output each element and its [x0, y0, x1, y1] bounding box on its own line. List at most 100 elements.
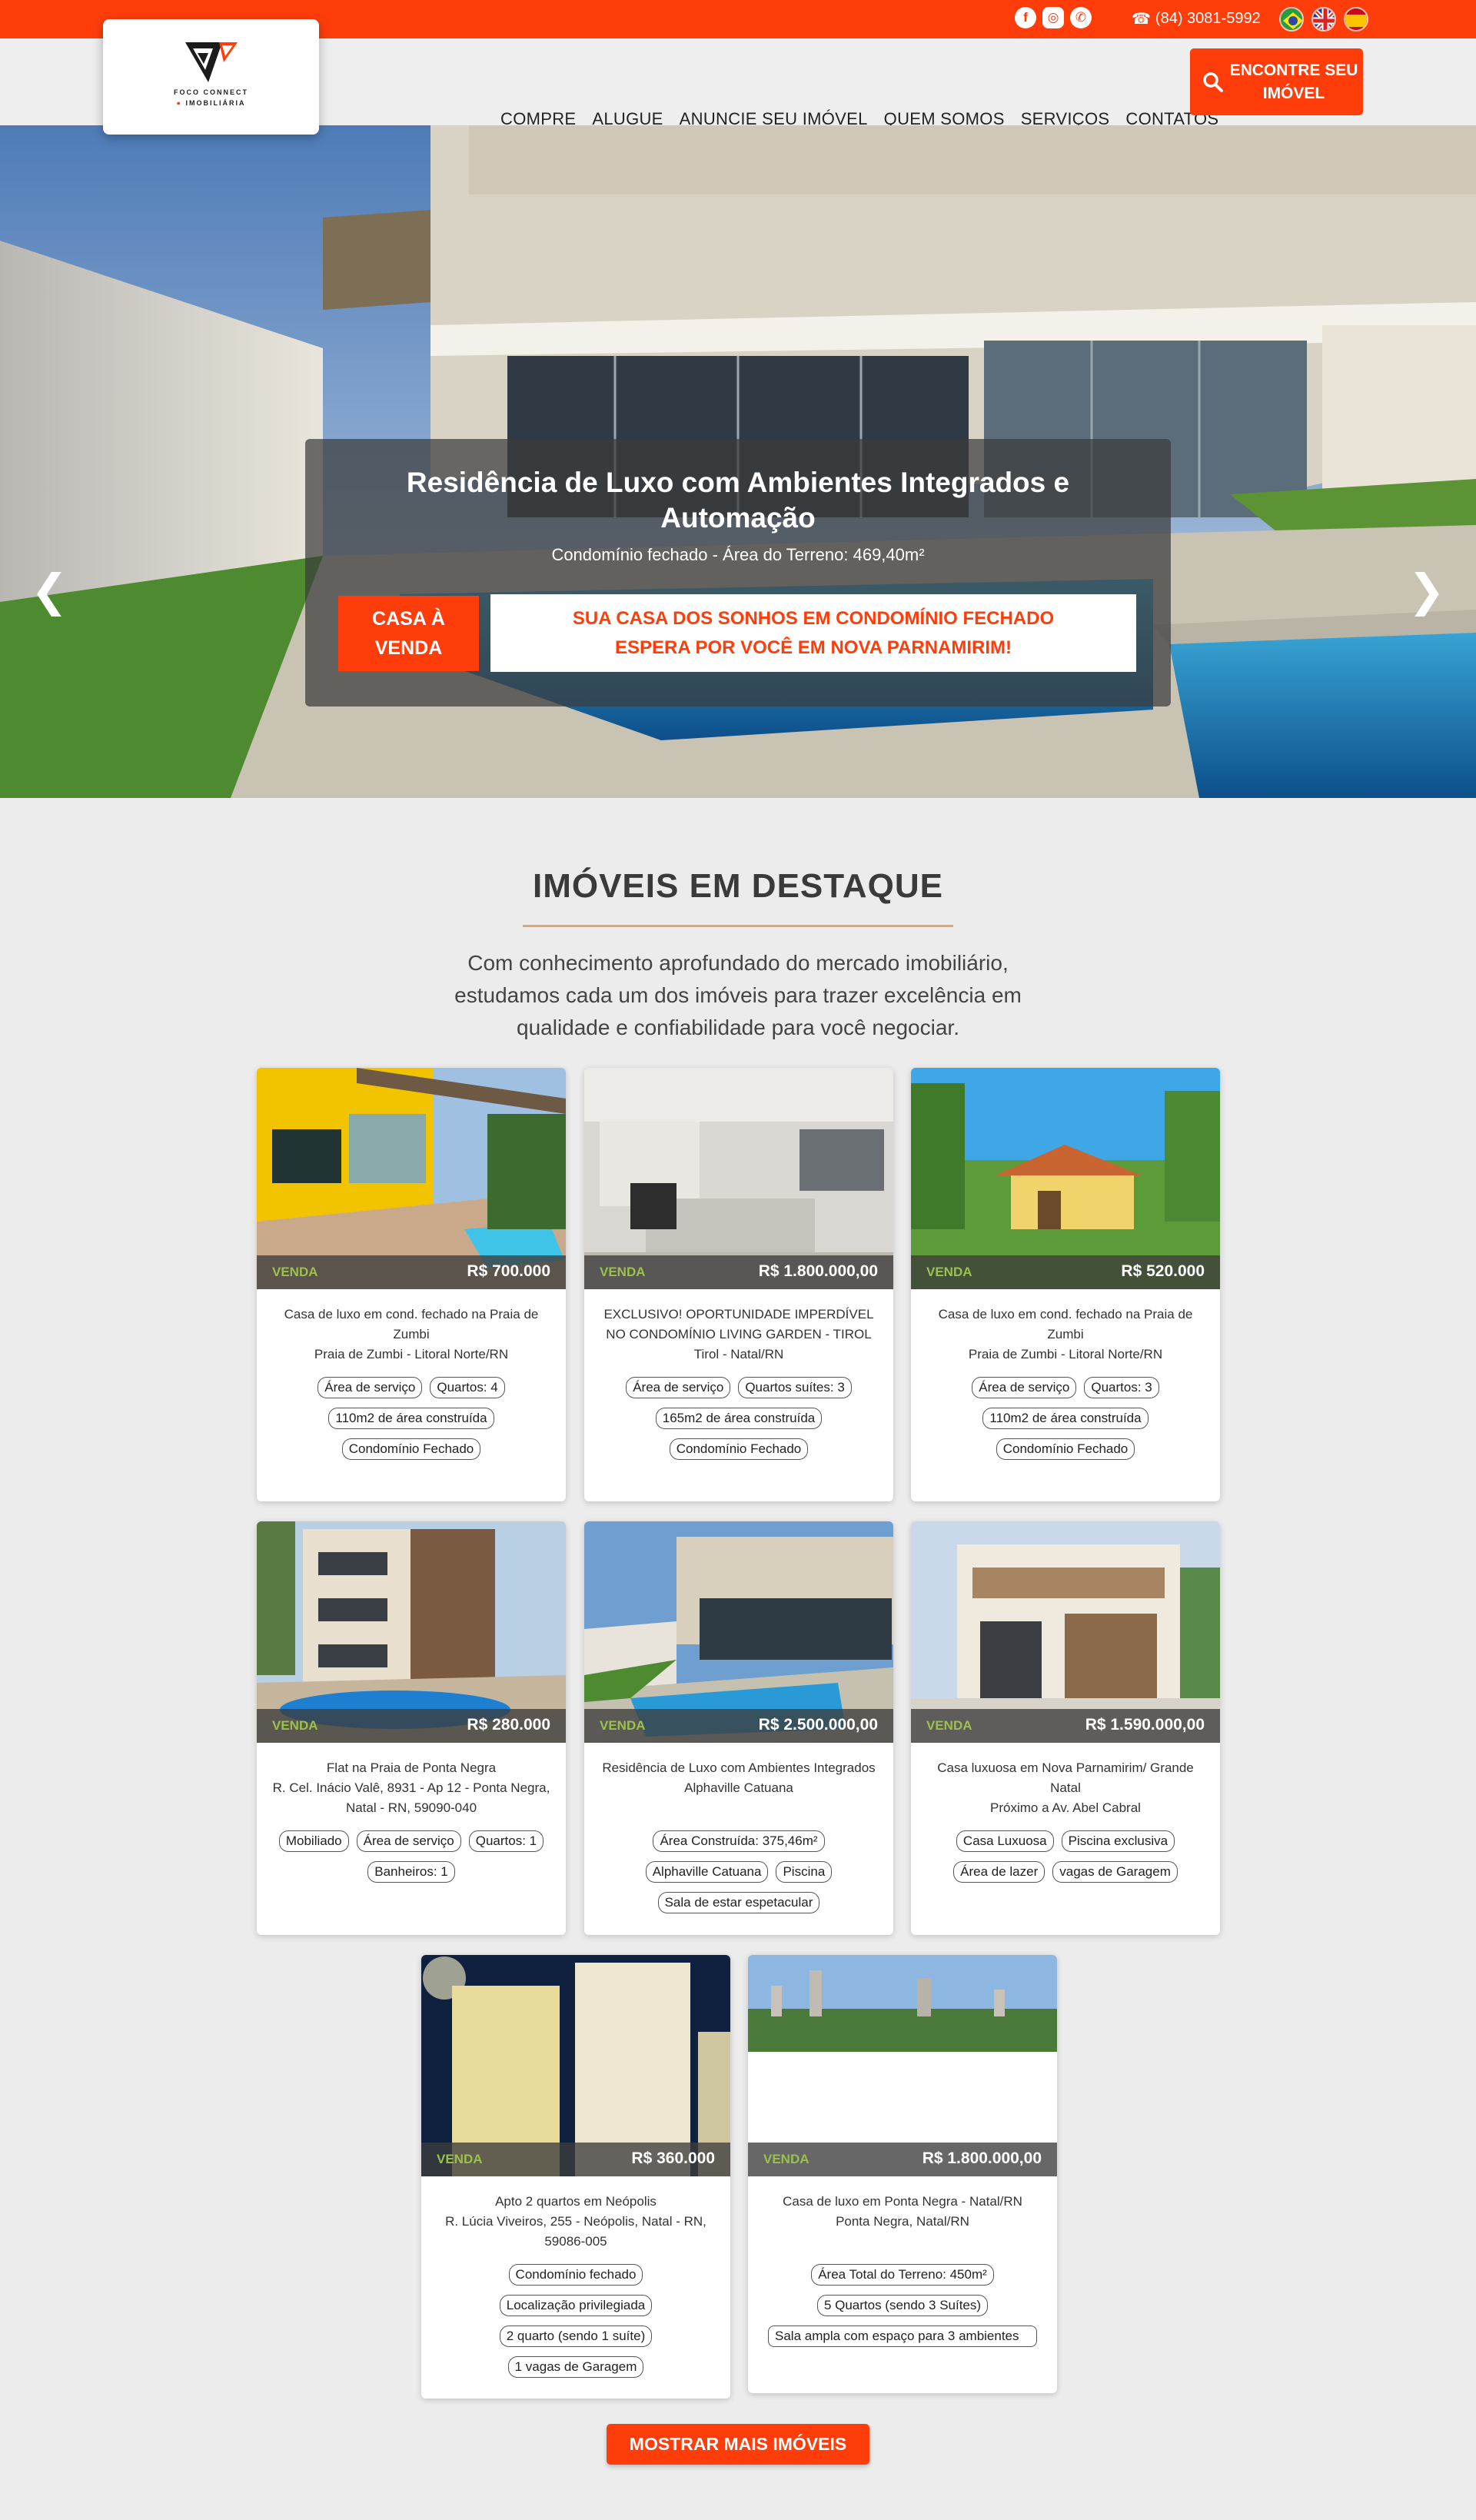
- facebook-icon[interactable]: f: [1015, 7, 1036, 28]
- feature-chip: 110m2 de área construída: [982, 1408, 1149, 1429]
- listing-card[interactable]: VENDA R$ 1.590.000,00 Casa luxuosa em Nova…: [911, 1521, 1220, 1935]
- listing-card[interactable]: VENDA R$ 520.000 Casa de luxo em cond. fec…: [911, 1068, 1220, 1501]
- social-links: f ◎ ✆: [1015, 7, 1092, 28]
- listing-card[interactable]: VENDA R$ 700.000 Casa de luxo em cond. fec…: [257, 1068, 566, 1501]
- listing-title[interactable]: Casa de luxo em cond. fechado na Praia d…: [272, 1305, 550, 1345]
- brazil-flag-icon[interactable]: [1279, 7, 1304, 32]
- listing-description: Flat na Praia de Ponta Negra R. Cel. Inác…: [272, 1758, 550, 1818]
- phone-icon: ☎: [1132, 11, 1151, 28]
- listing-description: Casa de luxo em cond. fechado na Praia d…: [272, 1305, 550, 1365]
- listing-card[interactable]: VENDA R$ 280.000 Flat na Praia de Ponta Ne…: [257, 1521, 566, 1935]
- listing-card[interactable]: VENDA R$ 1.800.000,00 Casa de luxo em Pont…: [748, 1955, 1057, 2393]
- feature-chip: Condomínio Fechado: [341, 1438, 481, 1460]
- brand-name: FOCO CONNECT: [174, 88, 248, 96]
- feature-chip: Área Construída: 375,46m²: [653, 1830, 825, 1852]
- feature-chip: 2 quarto (sendo 1 suíte): [499, 2326, 653, 2347]
- listing-description: EXCLUSIVO! OPORTUNIDADE IMPERDÍVEL NO CO…: [600, 1305, 878, 1365]
- whatsapp-icon[interactable]: ✆: [1070, 7, 1092, 28]
- listing-title[interactable]: Casa de luxo em Ponta Negra - Natal/RN: [763, 2192, 1042, 2212]
- hero-sale-badge[interactable]: CASA À VENDA: [338, 596, 479, 671]
- logo[interactable]: FOCO CONNECT ● IMOBILIÁRIA: [103, 19, 319, 135]
- feature-chip: Localização privilegiada: [499, 2295, 653, 2316]
- listing-location: Próximo a Av. Abel Cabral: [990, 1800, 1141, 1815]
- featured-description: Com conhecimento aprofundado do mercado …: [454, 951, 1022, 1039]
- listing-price-bar: VENDA R$ 2.500.000,00: [584, 1709, 893, 1743]
- listing-price-bar: VENDA R$ 280.000: [257, 1709, 566, 1743]
- feature-chip: Mobiliado: [278, 1830, 349, 1852]
- feature-chip: Banheiros: 1: [367, 1861, 455, 1883]
- feature-chip: Piscina exclusiva: [1061, 1830, 1175, 1852]
- listing-tag: VENDA: [272, 1718, 318, 1733]
- brand-dot-icon: ●: [176, 99, 182, 107]
- feature-chip: 5 Quartos (sendo 3 Suítes): [816, 2295, 989, 2316]
- listing-tag: VENDA: [763, 2152, 809, 2166]
- listing-price-bar: VENDA R$ 1.800.000,00: [584, 1255, 893, 1289]
- listing-price-bar: VENDA R$ 360.000: [421, 2143, 730, 2176]
- feature-chip: Área Total do Terreno: 450m²: [811, 2264, 994, 2286]
- hero-title: Residência de Luxo com Ambientes Integra…: [406, 467, 1070, 534]
- listing-description: Casa luxuosa em Nova Parnamirim/ Grande …: [926, 1758, 1205, 1818]
- listing-tag: VENDA: [272, 1265, 318, 1279]
- feature-chip: Condomínio Fechado: [996, 1438, 1135, 1460]
- listing-price: R$ 1.800.000,00: [922, 2149, 1042, 2167]
- feature-chip: Sala ampla com espaço para 3 ambientes: [768, 2326, 1037, 2347]
- feature-chip: Condomínio Fechado: [669, 1438, 809, 1460]
- feature-chip: vagas de Garagem: [1052, 1861, 1178, 1883]
- listing-price: R$ 360.000: [631, 2149, 715, 2167]
- carousel-next-button[interactable]: ❯: [1408, 569, 1445, 613]
- listing-location: R. Cel. Inácio Valê, 8931 - Ap 12 - Pont…: [272, 1780, 550, 1815]
- listing-features: Casa Luxuosa Piscina exclusiva Área de laz…: [920, 1830, 1211, 1883]
- listing-location: Ponta Negra, Natal/RN: [836, 2214, 969, 2229]
- instagram-icon[interactable]: ◎: [1042, 7, 1064, 28]
- feature-chip: Sala de estar espetacular: [657, 1892, 820, 1913]
- feature-chip: Área de serviço: [356, 1830, 461, 1852]
- listing-location: Tirol - Natal/RN: [693, 1347, 784, 1361]
- listing-price-bar: VENDA R$ 700.000: [257, 1255, 566, 1289]
- listing-description: Casa de luxo em Ponta Negra - Natal/RN Po…: [763, 2192, 1042, 2232]
- listing-tag: VENDA: [926, 1265, 972, 1279]
- feature-chip: Piscina: [776, 1861, 833, 1883]
- find-property-button[interactable]: ENCONTRE SEU IMÓVEL: [1190, 48, 1363, 115]
- brand-subtitle: ● IMOBILIÁRIA: [176, 99, 246, 107]
- carousel-prev-button[interactable]: ❮: [31, 569, 68, 613]
- listing-price-bar: VENDA R$ 1.800.000,00: [748, 2143, 1057, 2176]
- listing-title[interactable]: Residência de Luxo com Ambientes Integra…: [600, 1758, 878, 1778]
- listing-title[interactable]: Casa de luxo em cond. fechado na Praia d…: [926, 1305, 1205, 1345]
- listing-tag: VENDA: [600, 1718, 646, 1733]
- listing-price: R$ 280.000: [467, 1716, 550, 1734]
- show-more-button[interactable]: MOSTRAR MAIS IMÓVEIS: [607, 2424, 869, 2465]
- listing-tag: VENDA: [437, 2152, 483, 2166]
- listing-price-bar: VENDA R$ 520.000: [911, 1255, 1220, 1289]
- listing-tag: VENDA: [600, 1265, 646, 1279]
- listing-price: R$ 2.500.000,00: [758, 1716, 878, 1734]
- listing-features: Área Construída: 375,46m² Alphaville Catu…: [593, 1830, 884, 1913]
- title-underline: [523, 925, 953, 927]
- feature-chip: Quartos suítes: 3: [738, 1377, 852, 1398]
- listing-price: R$ 700.000: [467, 1262, 550, 1280]
- listing-features: Condomínio fechado Localização privilegia…: [430, 2264, 721, 2378]
- feature-chip: Quartos: 1: [468, 1830, 544, 1852]
- phone-link[interactable]: ☎ (84) 3081-5992: [1132, 9, 1261, 28]
- phone-number: (84) 3081-5992: [1155, 10, 1261, 27]
- feature-chip: Área de serviço: [972, 1377, 1077, 1398]
- listing-card[interactable]: VENDA R$ 360.000 Apto 2 quartos em Neópoli…: [421, 1955, 730, 2399]
- hero-cta-button[interactable]: SUA CASA DOS SONHOS EM CONDOMÍNIO FECHAD…: [490, 594, 1136, 672]
- listing-title[interactable]: Apto 2 quartos em Neópolis: [437, 2192, 715, 2212]
- feature-chip: Quartos: 4: [430, 1377, 505, 1398]
- listing-location: Praia de Zumbi - Litoral Norte/RN: [968, 1347, 1163, 1361]
- feature-chip: Alphaville Catuana: [645, 1861, 769, 1883]
- listing-card[interactable]: VENDA R$ 2.500.000,00 Residência de Luxo c…: [584, 1521, 893, 1935]
- search-icon: [1203, 71, 1223, 92]
- find-property-label: ENCONTRE SEU IMÓVEL: [1229, 61, 1358, 102]
- listing-title[interactable]: Casa luxuosa em Nova Parnamirim/ Grande …: [926, 1758, 1205, 1798]
- listing-card[interactable]: VENDA R$ 1.800.000,00 EXCLUSIVO! OPORTUNID…: [584, 1068, 893, 1501]
- feature-chip: Condomínio fechado: [508, 2264, 643, 2286]
- spain-flag-icon[interactable]: [1344, 7, 1368, 32]
- listing-features: Área de serviço Quartos: 4 110m2 de área c…: [266, 1377, 557, 1460]
- listing-features: Área de serviço Quartos suítes: 3 165m2 de…: [593, 1377, 884, 1460]
- listing-title[interactable]: EXCLUSIVO! OPORTUNIDADE IMPERDÍVEL NO CO…: [600, 1305, 878, 1345]
- listing-title[interactable]: Flat na Praia de Ponta Negra: [272, 1758, 550, 1778]
- listing-features: Área Total do Terreno: 450m² 5 Quartos (s…: [757, 2264, 1048, 2347]
- uk-flag-icon[interactable]: [1311, 7, 1336, 32]
- listing-price-bar: VENDA R$ 1.590.000,00: [911, 1709, 1220, 1743]
